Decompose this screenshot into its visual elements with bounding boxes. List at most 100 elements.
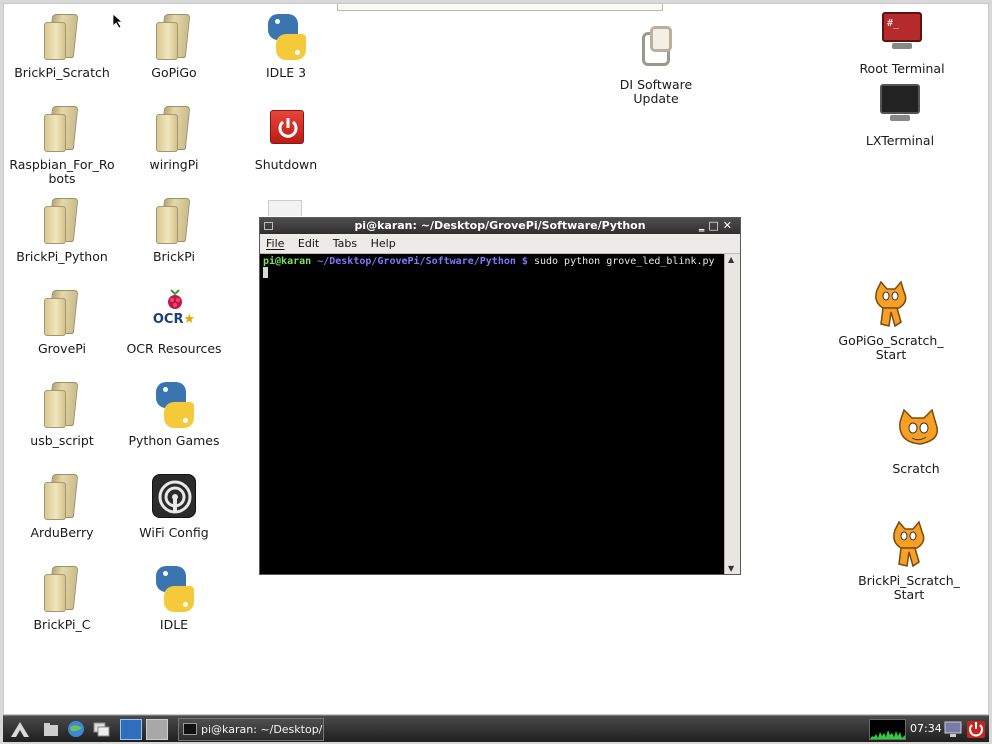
- desktop-icon-ocr-resources[interactable]: OCR★ OCR Resources: [118, 288, 230, 356]
- desktop-icon-brickpi-scratch[interactable]: BrickPi_Scratch: [6, 12, 118, 80]
- workspace-1-button[interactable]: [120, 719, 142, 740]
- mouse-pointer-icon: [112, 13, 124, 29]
- raspberry-icon: OCR★: [150, 288, 198, 338]
- menu-edit[interactable]: Edit: [298, 237, 319, 250]
- desktop-icon-label: GrovePi: [37, 341, 87, 356]
- desktop-icon-wiringpi[interactable]: wiringPi: [118, 104, 230, 172]
- wifi-icon: [150, 472, 198, 522]
- desktop-icon-label: GoPiGo: [151, 65, 197, 80]
- menu-help[interactable]: Help: [371, 237, 396, 250]
- desktop-icon-brickpi-c[interactable]: BrickPi_C: [6, 564, 118, 632]
- show-desktop-button[interactable]: [91, 719, 113, 740]
- desktop-icon-label: usb_script: [30, 433, 94, 448]
- globe-icon: [68, 721, 84, 737]
- prompt-user: pi@karan: [263, 256, 312, 267]
- folder-icon: [38, 196, 86, 246]
- task-label: pi@karan: ~/Desktop/G...: [201, 723, 323, 736]
- folder-icon: [150, 104, 198, 154]
- desktop-icon-scratch[interactable]: Scratch: [860, 408, 972, 476]
- monitor-icon: [944, 721, 962, 737]
- taskbar: pi@karan: ~/Desktop/G... 07:34: [3, 715, 989, 742]
- terminal-menubar: File Edit Tabs Help: [260, 234, 740, 254]
- desktop-icon-label: Root Terminal: [859, 61, 945, 76]
- desktop-icon-label: BrickPi_Scratch_Start: [858, 573, 960, 602]
- prompt-path: ~/Desktop/GrovePi/Software/Python $: [317, 256, 528, 267]
- clock[interactable]: 07:34: [910, 722, 942, 735]
- desktop-icon-gopigo[interactable]: GoPiGo: [118, 12, 230, 80]
- desktop-icon-label: OCR Resources: [126, 341, 222, 356]
- python-icon: [262, 12, 310, 62]
- desktop-icon-idle3[interactable]: IDLE 3: [230, 12, 342, 80]
- terminal-command: sudo python grove_led_blink.py: [533, 256, 715, 267]
- power-icon: [262, 104, 310, 154]
- desktop-icon-arduberry[interactable]: ArduBerry: [6, 472, 118, 540]
- minimize-icon[interactable]: ‗: [699, 219, 709, 232]
- terminal-icon: [876, 80, 924, 130]
- workspace-2-button[interactable]: [146, 719, 168, 740]
- maximize-icon[interactable]: □: [708, 219, 722, 232]
- desktop-icon-label: Shutdown: [254, 157, 318, 172]
- desktop-icon-label: IDLE: [159, 617, 189, 632]
- desktop-icon-label: Raspbian_For_Robots: [9, 157, 115, 186]
- desktop-icon-idle[interactable]: IDLE: [118, 564, 230, 632]
- terminal-icon: #_: [878, 8, 926, 58]
- folder-icon: [38, 564, 86, 614]
- folder-icon: [38, 104, 86, 154]
- scratch-cat-icon: [867, 280, 915, 330]
- update-icon: [632, 24, 680, 74]
- desktop-icon-label: ArduBerry: [30, 525, 94, 540]
- folder-icon: [150, 12, 198, 62]
- desktop-icon-label: BrickPi_Python: [16, 249, 108, 264]
- close-icon[interactable]: ✕: [723, 219, 736, 232]
- desktop-icon-label: LXTerminal: [865, 133, 935, 148]
- desktop: BrickPi_Scratch Raspbian_For_Robots Bric…: [3, 3, 989, 715]
- folder-icon: [38, 472, 86, 522]
- scratch-cat-icon: [892, 408, 940, 458]
- terminal-output[interactable]: pi@karan ~/Desktop/GrovePi/Software/Pyth…: [260, 254, 724, 574]
- folder-icon: [150, 196, 198, 246]
- lock-screen-button[interactable]: [942, 719, 964, 740]
- terminal-scrollbar[interactable]: ▲ ▼: [724, 254, 740, 574]
- desktop-icon-usb-script[interactable]: usb_script: [6, 380, 118, 448]
- folder-icon: [38, 288, 86, 338]
- menu-file[interactable]: File: [266, 237, 284, 250]
- desktop-icon-grovepi[interactable]: GrovePi: [6, 288, 118, 356]
- scroll-down-icon[interactable]: ▼: [728, 564, 734, 573]
- desktop-icon-label: BrickPi: [152, 249, 196, 264]
- logout-button[interactable]: [965, 719, 987, 740]
- window-menu-icon[interactable]: [264, 222, 273, 230]
- desktop-icon-wifi-config[interactable]: WiFi Config: [118, 472, 230, 540]
- document-icon: [268, 200, 302, 216]
- terminal-window[interactable]: pi@karan: ~/Desktop/GrovePi/Software/Pyt…: [259, 217, 741, 575]
- browser-button[interactable]: [65, 719, 87, 740]
- desktop-icon-root-terminal[interactable]: #_ Root Terminal: [846, 8, 958, 76]
- scroll-up-icon[interactable]: ▲: [728, 255, 734, 264]
- desktop-icon-shutdown[interactable]: Shutdown: [230, 104, 342, 172]
- windows-icon: [93, 722, 110, 737]
- desktop-icon-brickpi[interactable]: BrickPi: [118, 196, 230, 264]
- menu-tabs[interactable]: Tabs: [333, 237, 357, 250]
- desktop-icon-brickpi-python[interactable]: BrickPi_Python: [6, 196, 118, 264]
- desktop-icon-di-software-update[interactable]: DI Software Update: [600, 24, 712, 106]
- terminal-line: pi@karan ~/Desktop/GrovePi/Software/Pyth…: [263, 256, 721, 267]
- folder-icon: [38, 380, 86, 430]
- start-menu-button[interactable]: [9, 719, 31, 740]
- python-icon: [150, 380, 198, 430]
- taskbar-task-terminal[interactable]: pi@karan: ~/Desktop/G...: [178, 718, 324, 741]
- python-icon: [150, 564, 198, 614]
- desktop-icon-raspbian-for-robots[interactable]: Raspbian_For_Robots: [6, 104, 118, 186]
- desktop-icon-python-games[interactable]: Python Games: [118, 380, 230, 448]
- desktop-icon-label: BrickPi_Scratch: [14, 65, 110, 80]
- start-menu-icon: [11, 722, 29, 737]
- desktop-icon-label: IDLE 3: [265, 65, 307, 80]
- desktop-icon-label: Scratch: [892, 461, 940, 476]
- desktop-icon-lxterminal[interactable]: LXTerminal: [844, 80, 956, 148]
- terminal-icon: [183, 723, 197, 735]
- desktop-icon-gopigo-scratch-start[interactable]: GoPiGo_Scratch_Start: [836, 280, 946, 362]
- text-cursor: [263, 267, 268, 278]
- terminal-titlebar[interactable]: pi@karan: ~/Desktop/GrovePi/Software/Pyt…: [260, 218, 740, 234]
- file-manager-button[interactable]: [41, 719, 63, 740]
- desktop-icon-brickpi-scratch-start[interactable]: BrickPi_Scratch_Start: [854, 520, 964, 602]
- cpu-monitor: [869, 719, 906, 740]
- desktop-icon-label: GoPiGo_Scratch_Start: [838, 333, 944, 362]
